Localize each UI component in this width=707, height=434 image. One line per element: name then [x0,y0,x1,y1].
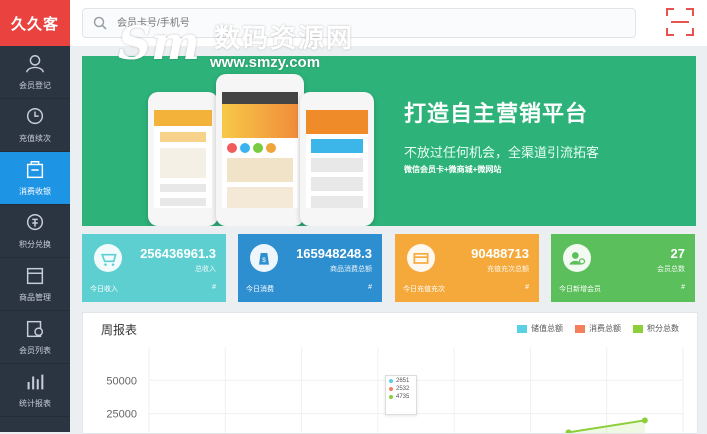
chart-tooltip: 2651 2532 4735 [385,375,417,415]
sidebar-item-label: 会员登记 [19,81,51,90]
points-exchange-icon [26,214,44,231]
sidebar-item-4[interactable]: 积分兑换 [0,205,70,258]
user-add-icon [26,55,44,73]
legend-label: 积分总数 [647,324,679,333]
card-footer-link[interactable]: # [681,284,685,294]
sidebar-item-5[interactable]: 商品管理 [0,258,70,311]
weekly-report-panel: 周报表 储值总额 消费总额 积分总数 50000 25000 2651 2532 4735 [82,312,698,434]
tooltip-dot [389,379,393,383]
y-tick-label: 25000 [106,409,137,421]
top-bar [70,0,707,46]
card-label: 总收入 [195,266,216,273]
tooltip-dot [389,387,393,391]
sidebar-nav: 会员登记充值续次消费收银积分兑换商品管理会员列表统计报表 [0,46,70,417]
search-box[interactable] [82,8,636,38]
member-list-icon [26,320,44,338]
tooltip-dot [389,395,393,399]
phone-mockup-center [216,74,304,226]
sidebar-item-6[interactable]: 会员列表 [0,311,70,364]
tooltip-value: 2651 [396,378,410,384]
legend-item-1[interactable]: 储值总额 [517,323,563,334]
cashier-icon [26,161,44,179]
stat-card-1[interactable]: 256436961.3 总收入今日收入 # [82,234,226,302]
card-label: 充值充次总额 [487,266,529,273]
report-title: 周报表 [101,323,138,337]
stat-card-3[interactable]: 90488713 充值充次总额今日充值充次 # [395,234,539,302]
card-footer: 今日充值充次 # [403,284,529,294]
logo-text: 久久客 [10,14,59,33]
sidebar-item-label: 消费收银 [19,187,51,196]
card-footer-label: 今日收入 [90,286,118,293]
card-value: 256436961.3 [140,246,216,261]
sidebar-item-1[interactable]: 会员登记 [0,46,70,99]
card-footer: 今日收入 # [90,284,216,294]
stat-card-2[interactable]: $165948248.3 商品消费总额今日消费 # [238,234,382,302]
card-label: 会员总数 [657,266,685,273]
card-footer: 今日新增会员 # [559,284,685,294]
stat-card-4[interactable]: 27 会员总数今日新增会员 # [551,234,695,302]
card-footer-label: 今日新增会员 [559,286,601,293]
legend-label: 储值总额 [531,324,563,333]
legend-item-2[interactable]: 消费总额 [575,323,621,334]
sidebar-item-2[interactable]: 充值续次 [0,99,70,152]
tooltip-value: 4735 [396,394,410,400]
sidebar-item-7[interactable]: 统计报表 [0,364,70,417]
card-footer-label: 今日消费 [246,286,274,293]
app-logo[interactable]: 久久客 [0,0,70,46]
legend-item-3[interactable]: 积分总数 [633,323,679,334]
card-icon-wrap: $ [250,244,278,272]
card-label: 商品消费总额 [330,266,372,273]
sidebar-item-label: 商品管理 [19,293,51,302]
promo-banner[interactable]: 打造自主营销平台 不放过任何机会，全渠道引流拓客 微信会员卡+微商城+微网站 [82,56,696,226]
card-footer-link[interactable]: # [525,284,529,294]
series-point[interactable] [641,417,648,424]
tooltip-row: 4735 [386,392,416,400]
sidebar-item-label: 会员列表 [19,346,51,355]
card-value: 27 [670,246,685,261]
cart-icon [100,253,117,266]
card-footer: 今日消费 # [246,284,372,294]
scan-icon [666,8,694,36]
card-icon-wrap [563,244,591,272]
search-input[interactable] [115,16,599,30]
money-bag-icon: $ [259,253,269,265]
sidebar-item-3[interactable]: 消费收银 [0,152,70,205]
legend-swatch [575,324,585,333]
goods-icon [26,267,44,285]
sidebar-item-label: 充值续次 [19,134,51,143]
chart-legend: 储值总额 消费总额 积分总数 [517,323,679,334]
tooltip-row: 2651 [386,376,416,384]
legend-label: 消费总额 [589,324,621,333]
recharge-icon [26,108,44,125]
card-icon-wrap [407,244,435,272]
banner-subtitle: 不放过任何机会，全渠道引流拓客 [404,145,600,160]
banner-title: 打造自主营销平台 [404,101,589,126]
phone-mockup-left [148,92,218,226]
scan-button[interactable] [663,5,697,39]
card-footer-link[interactable]: # [212,284,216,294]
banner-tags: 微信会员卡+微商城+微网站 [404,165,502,174]
search-icon [93,16,107,30]
member-icon [569,252,586,265]
sidebar-item-label: 积分兑换 [19,240,51,249]
y-tick-label: 50000 [106,375,137,387]
sidebar: 久久客 会员登记充值续次消费收银积分兑换商品管理会员列表统计报表 [0,0,70,432]
tooltip-row: 2532 [386,384,416,392]
sidebar-item-label: 统计报表 [19,399,51,408]
bar-chart-icon [27,374,44,390]
card-icon [413,253,429,264]
legend-swatch [517,324,527,333]
tooltip-value: 2532 [396,386,410,392]
card-value: 90488713 [471,246,529,261]
phone-mockup-right [300,92,374,226]
card-footer-link[interactable]: # [368,284,372,294]
legend-swatch [633,324,643,333]
card-icon-wrap [94,244,122,272]
svg-text:$: $ [262,257,266,264]
series-point[interactable] [565,429,572,433]
card-footer-label: 今日充值充次 [403,286,445,293]
card-value: 165948248.3 [296,246,372,261]
